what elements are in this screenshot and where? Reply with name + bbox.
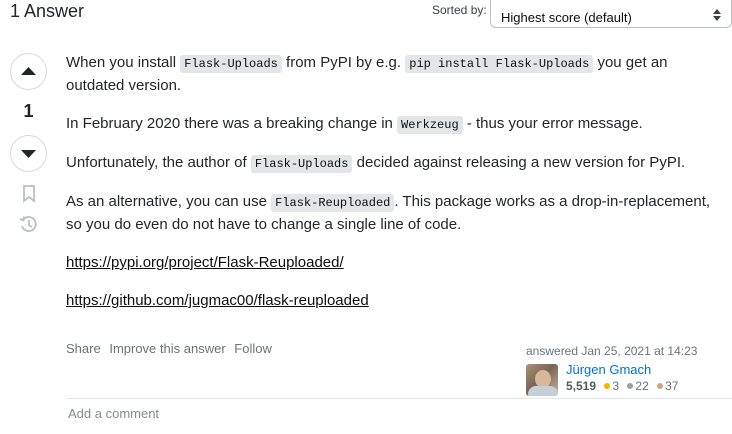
post-paragraph: https://pypi.org/project/Flask-Reuploade… (66, 252, 726, 274)
follow-link[interactable]: Follow (234, 341, 272, 356)
history-icon[interactable] (18, 214, 38, 234)
answered-timestamp: answered Jan 25, 2021 at 14:23 (526, 344, 698, 358)
vote-count: 1 (23, 101, 34, 121)
user-name-link[interactable]: Jürgen Gmach (566, 362, 651, 377)
sort-select[interactable]: Highest score (default) (490, 0, 732, 28)
bronze-badge-icon (657, 383, 664, 389)
bookmark-icon[interactable] (22, 185, 36, 203)
post-body: When you install Flask-Uploads from PyPI… (66, 52, 726, 328)
post-paragraph: Unfortunately, the author of Flask-Uploa… (66, 154, 686, 173)
post-menu: Share Improve this answer Follow (66, 341, 277, 356)
user-stats: 5,519 3 22 37 (566, 379, 678, 393)
downvote-button[interactable] (10, 135, 47, 172)
comments-divider (66, 398, 732, 399)
improve-answer-link[interactable]: Improve this answer (109, 341, 225, 356)
pypi-link[interactable]: https://pypi.org/project/Flask-Reuploade… (66, 254, 344, 271)
gold-badge-count: 3 (612, 379, 620, 393)
reputation-score: 5,519 (566, 379, 597, 393)
arrow-up-icon (21, 67, 36, 75)
bronze-badge-count: 37 (665, 379, 679, 393)
add-comment-link[interactable]: Add a comment (68, 406, 159, 421)
sort-select-value: Highest score (default) (501, 10, 632, 25)
inline-code: pip install Flask-Uploads (405, 55, 594, 73)
select-caret-icon (713, 9, 721, 21)
inline-code: Flask-Uploads (250, 155, 353, 173)
inline-code: Flask-Uploads (180, 55, 282, 73)
sort-label: Sorted by: (432, 3, 487, 17)
inline-code: Werkzeug (397, 116, 463, 134)
arrow-down-icon (21, 150, 36, 158)
user-card: answered Jan 25, 2021 at 14:23 Jürgen Gm… (526, 344, 726, 396)
post-paragraph: In February 2020 there was a breaking ch… (66, 115, 643, 134)
avatar[interactable] (526, 364, 558, 396)
github-link[interactable]: https://github.com/jugmac00/flask-reuplo… (66, 292, 369, 309)
silver-badge-icon (627, 383, 634, 389)
upvote-button[interactable] (10, 53, 47, 90)
post-paragraph: As an alternative, you can use Flask-Reu… (66, 193, 711, 233)
user-info: Jürgen Gmach 5,519 3 22 37 (526, 362, 726, 396)
gold-badge-icon (604, 383, 611, 389)
avatar-shirt (528, 386, 558, 396)
post-paragraph: When you install Flask-Uploads from PyPI… (66, 54, 668, 94)
answers-count: 1 Answer (10, 1, 85, 21)
share-link[interactable]: Share (66, 341, 101, 356)
post-paragraph: https://github.com/jugmac00/flask-reuplo… (66, 290, 726, 312)
silver-badge-count: 22 (635, 379, 649, 393)
inline-code: Flask-Reuploaded (271, 194, 395, 212)
